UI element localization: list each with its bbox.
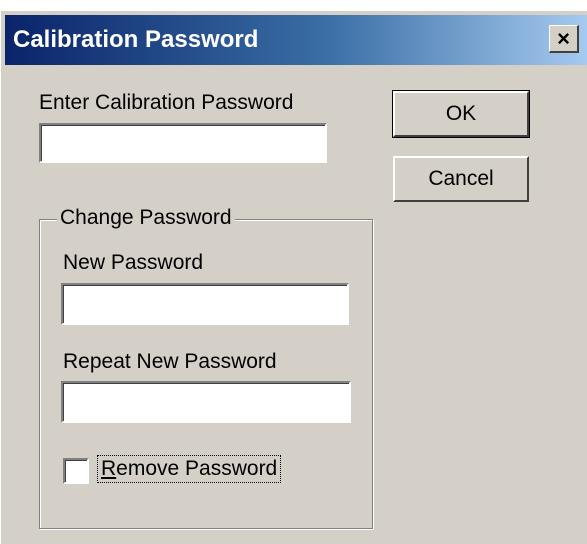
- remove-password-checkbox[interactable]: [63, 458, 89, 484]
- close-icon: ×: [557, 25, 570, 51]
- remove-password-label-rest: emove Password: [116, 457, 278, 480]
- dialog-title: Calibration Password: [13, 26, 259, 53]
- password-label: Enter Calibration Password: [39, 91, 294, 114]
- ok-button[interactable]: OK: [392, 90, 530, 138]
- cancel-button[interactable]: Cancel: [393, 156, 529, 202]
- repeat-password-input[interactable]: [61, 381, 351, 423]
- calibration-password-dialog: Calibration Password × Enter Calibration…: [0, 10, 587, 544]
- repeat-password-label: Repeat New Password: [63, 350, 277, 373]
- remove-password-label[interactable]: Remove Password: [96, 455, 282, 483]
- change-password-legend: Change Password: [57, 206, 235, 230]
- calibration-password-input[interactable]: [39, 123, 327, 163]
- new-password-label: New Password: [63, 251, 204, 274]
- title-bar: Calibration Password ×: [5, 15, 587, 65]
- close-button[interactable]: ×: [549, 25, 579, 53]
- remove-password-mnemonic: R: [101, 457, 117, 480]
- new-password-input[interactable]: [61, 283, 349, 325]
